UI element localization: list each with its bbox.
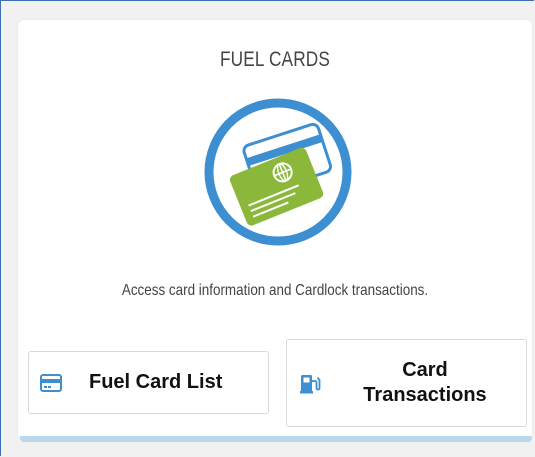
fuel-card-icon: [204, 98, 352, 246]
card-transactions-label-line2: Transactions: [363, 384, 487, 406]
panel-bottom-accent: [20, 436, 532, 442]
fuel-card-list-label: Fuel Card List: [89, 371, 223, 393]
fuel-pump-icon: [300, 375, 321, 394]
fuel-card-list-button[interactable]: Fuel Card List: [28, 351, 269, 414]
card-transactions-button[interactable]: Card Transactions: [286, 339, 527, 427]
card-transactions-label-line1: Card: [402, 359, 448, 381]
panel-title: FUEL CARDS: [219, 48, 331, 71]
panel-description: Access card information and Cardlock tra…: [121, 282, 429, 299]
fuel-cards-panel: FUEL CARDS Access card information and C…: [18, 20, 532, 439]
card-transactions-label: Card Transactions: [335, 358, 515, 408]
credit-card-icon: [40, 374, 62, 392]
